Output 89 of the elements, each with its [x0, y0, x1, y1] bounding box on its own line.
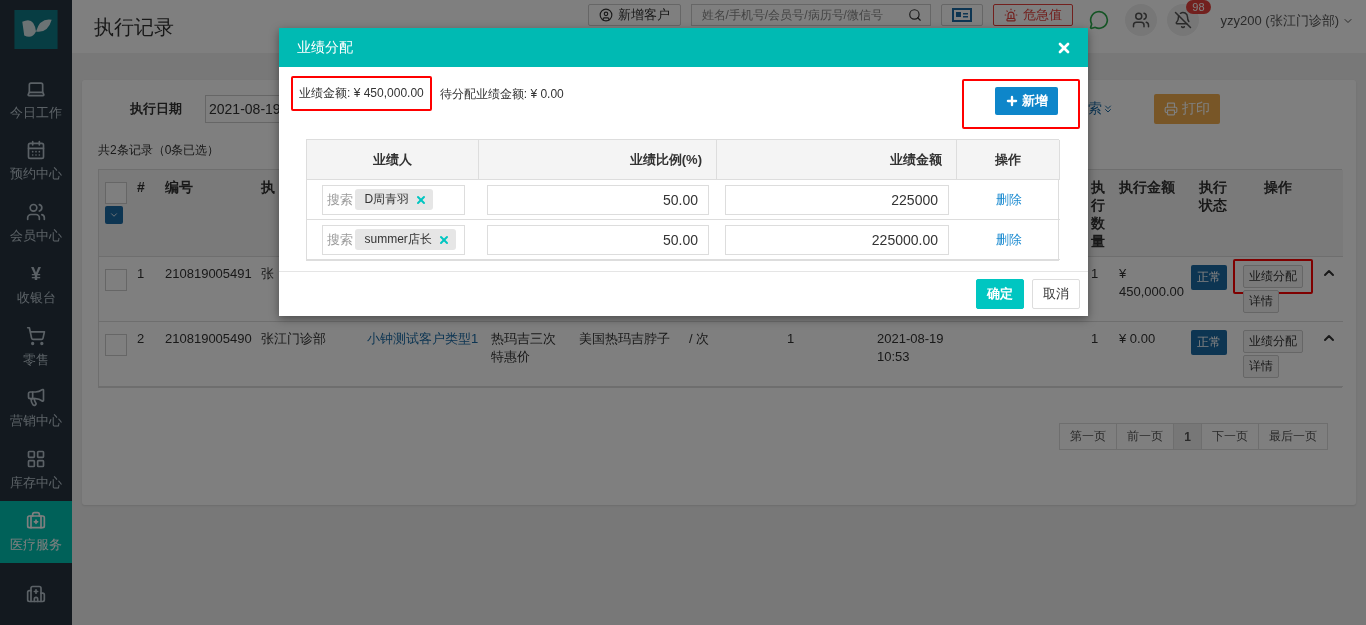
delete-link[interactable]: 删除 [995, 190, 1022, 209]
amount-field[interactable]: 225000.00 [725, 224, 949, 255]
ratio-field[interactable]: 50.00 [487, 224, 709, 255]
megaphone-icon [26, 387, 46, 408]
staff-tag: summer店长 [354, 229, 456, 250]
sidebar-label: 会员中心 [10, 227, 62, 246]
staff-picker[interactable]: 搜索 D周青羽 [321, 184, 465, 215]
bell-off-icon [1173, 11, 1192, 29]
column-header: 执行金额 [1113, 170, 1187, 257]
date-label: 执行日期 [129, 99, 183, 118]
alert-button[interactable]: 危急值 [992, 4, 1073, 26]
remove-icon[interactable] [437, 233, 450, 246]
plus-icon [1005, 94, 1019, 108]
cart-icon [26, 325, 46, 346]
page-button[interactable]: 第一页 [1059, 423, 1118, 450]
action-button[interactable]: 详情 [1243, 355, 1279, 378]
select-all-checkbox[interactable] [105, 182, 127, 204]
add-customer-button[interactable]: 新增客户 [587, 4, 681, 26]
remaining-amount: 待分配业绩金额: ¥ 0.00 [439, 86, 564, 103]
amount-field[interactable]: 225000 [725, 184, 949, 215]
action-button[interactable]: 业绩分配 [1243, 265, 1303, 288]
staff-tag: D周青羽 [354, 189, 434, 210]
logo-icon [14, 10, 58, 50]
ratio-field[interactable]: 50.00 [487, 184, 709, 215]
caret-icon [109, 210, 119, 220]
sidebar-item[interactable]: ¥ 收银台 [0, 254, 72, 317]
column-header: # [131, 170, 159, 257]
medkit-icon [26, 510, 46, 531]
page-title: 执行记录 [94, 15, 175, 40]
user-icon [598, 8, 613, 22]
caret-button[interactable] [105, 206, 123, 224]
id-card-icon [951, 8, 972, 22]
row-checkbox[interactable] [105, 269, 127, 291]
sidebar-item[interactable]: 营销中心 [0, 377, 72, 440]
chat-icon[interactable] [1088, 10, 1109, 30]
remove-icon[interactable] [415, 193, 428, 206]
sidebar-item[interactable]: 零售 [0, 316, 72, 378]
column-header: 业绩比例(%) [479, 140, 717, 180]
calendar-icon [26, 140, 46, 161]
column-header: 操作 [957, 140, 1060, 180]
sidebar-label: 医疗服务 [10, 535, 62, 554]
chevrons-down-icon [1102, 102, 1114, 115]
hospital-icon [26, 584, 46, 605]
sidebar-item[interactable]: 会员中心 [0, 192, 72, 255]
column-header: 业绩人 [307, 140, 479, 180]
sidebar-label: 库存中心 [10, 474, 62, 493]
action-button[interactable]: 详情 [1243, 290, 1279, 313]
column-header: 操作 [1239, 170, 1317, 257]
row-checkbox[interactable] [105, 334, 127, 356]
add-button[interactable]: 新增 [995, 87, 1058, 115]
sidebar-label: 今日工作 [10, 103, 62, 122]
column-header: 编号 [159, 170, 255, 257]
search-icon [907, 8, 922, 22]
cancel-button[interactable]: 取消 [1032, 279, 1080, 309]
staff-search-input[interactable]: 搜索 [326, 232, 353, 247]
total-amount: 业绩金额: ¥ 450,000.00 [299, 85, 424, 102]
notification-badge: 98 [1186, 0, 1211, 14]
printer-icon [1164, 101, 1178, 116]
siren-icon [1003, 8, 1018, 22]
page-button[interactable]: 前一页 [1116, 423, 1175, 450]
confirm-button[interactable]: 确定 [976, 279, 1024, 309]
search-toggle[interactable]: 索 [1088, 99, 1114, 118]
staff-picker[interactable]: 搜索 summer店长 [321, 224, 465, 255]
column-header: 业绩金额 [717, 140, 957, 180]
user-menu[interactable]: yzy200 (张江门诊部) [1220, 12, 1354, 30]
status-badge: 正常 [1191, 330, 1227, 355]
status-badge: 正常 [1191, 265, 1227, 290]
dialog-title: 业绩分配 [297, 38, 353, 57]
sidebar-label: 收银台 [16, 288, 56, 307]
action-button[interactable]: 业绩分配 [1243, 330, 1303, 353]
staff-search-input[interactable]: 搜索 [326, 192, 353, 207]
team-button[interactable] [1124, 4, 1157, 36]
sidebar-item[interactable]: 预约中心 [0, 130, 72, 193]
records-summary: 共2条记录（0条已选） [98, 142, 220, 159]
sidebar-item[interactable]: 今日工作 [0, 69, 72, 131]
users-icon [1131, 11, 1150, 29]
sidebar-label: 预约中心 [10, 165, 62, 184]
yen-icon: ¥ [31, 263, 41, 284]
users-icon [26, 202, 46, 223]
grid-icon [26, 449, 46, 470]
column-header: 执行状态 [1187, 170, 1239, 257]
id-card-button[interactable] [940, 4, 983, 26]
page-button[interactable]: 最后一页 [1258, 423, 1328, 450]
page-button[interactable]: 下一页 [1201, 423, 1259, 450]
page-button[interactable]: 1 [1173, 423, 1202, 450]
sidebar-item[interactable]: 医疗服务 [0, 501, 72, 564]
sidebar-label: 零售 [23, 350, 49, 369]
delete-link[interactable]: 删除 [995, 230, 1022, 249]
sidebar-label: 营销中心 [10, 412, 62, 431]
